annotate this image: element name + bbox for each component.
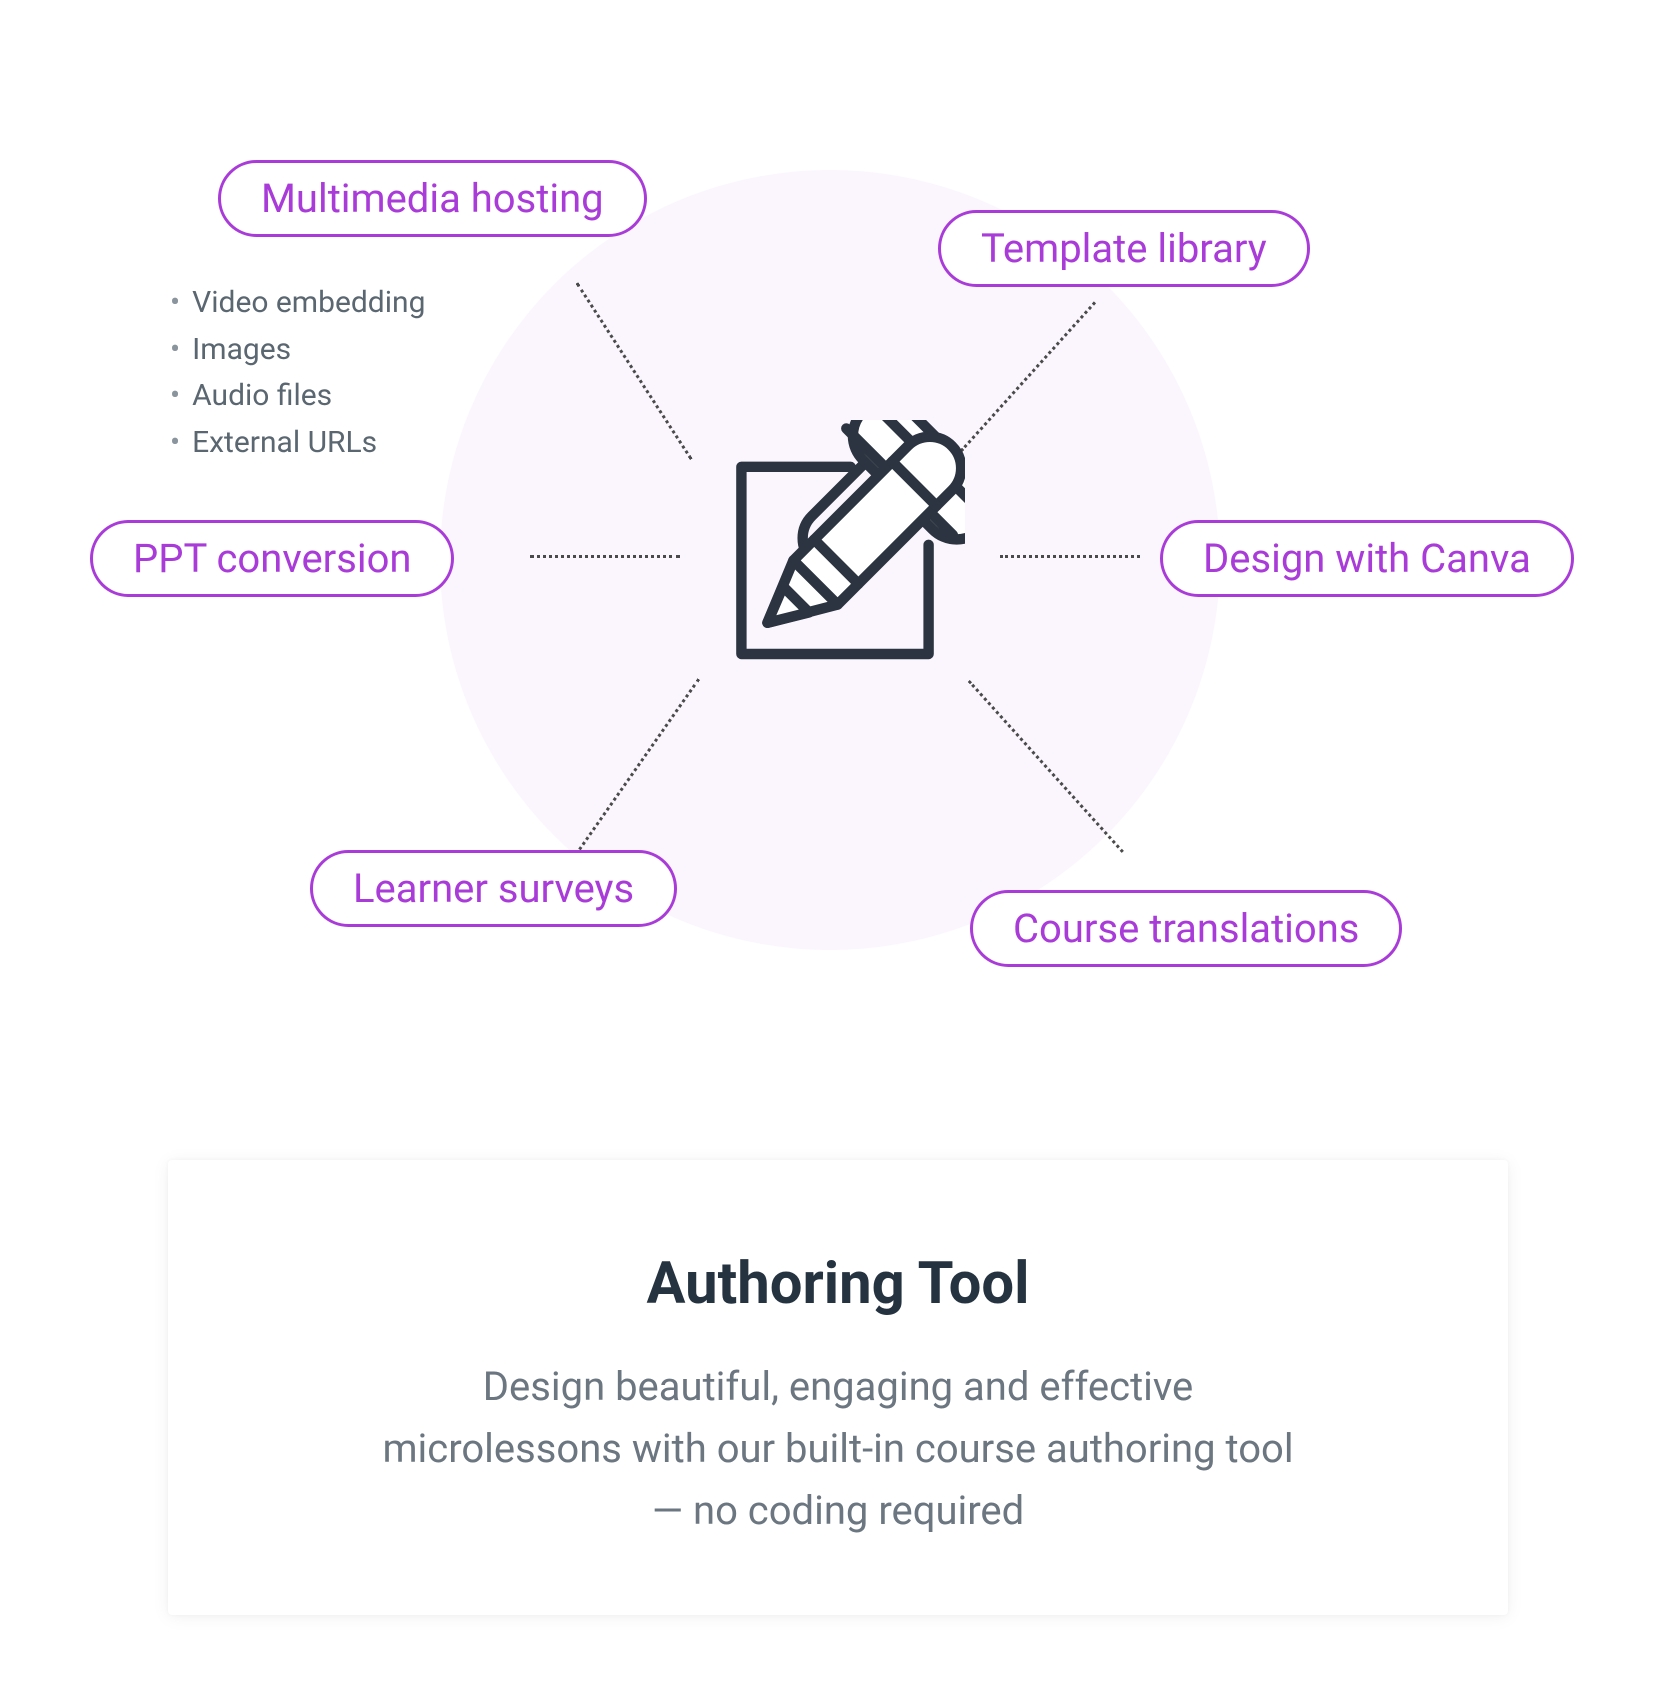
pencil-square-icon [705, 420, 965, 680]
feature-multimedia-hosting[interactable]: Multimedia hosting [218, 160, 647, 237]
authoring-tool-card: Authoring Tool Design beautiful, engagin… [168, 1160, 1508, 1615]
feature-diagram: Multimedia hosting Video embedding Image… [0, 0, 1674, 1050]
feature-multimedia-bullets: Video embedding Images Audio files Exter… [170, 280, 425, 466]
feature-design-with-canva[interactable]: Design with Canva [1160, 520, 1574, 597]
bullet-item: Images [170, 327, 425, 374]
bullet-item: Audio files [170, 373, 425, 420]
feature-template-library[interactable]: Template library [938, 210, 1310, 287]
card-title: Authoring Tool [288, 1250, 1388, 1318]
feature-ppt-conversion[interactable]: PPT conversion [90, 520, 454, 597]
connector [530, 555, 680, 558]
feature-learner-surveys[interactable]: Learner surveys [310, 850, 677, 927]
bullet-item: External URLs [170, 420, 425, 467]
bullet-item: Video embedding [170, 280, 425, 327]
connector [1000, 555, 1140, 558]
card-description: Design beautiful, engaging and effective… [378, 1356, 1298, 1542]
feature-course-translations[interactable]: Course translations [970, 890, 1402, 967]
